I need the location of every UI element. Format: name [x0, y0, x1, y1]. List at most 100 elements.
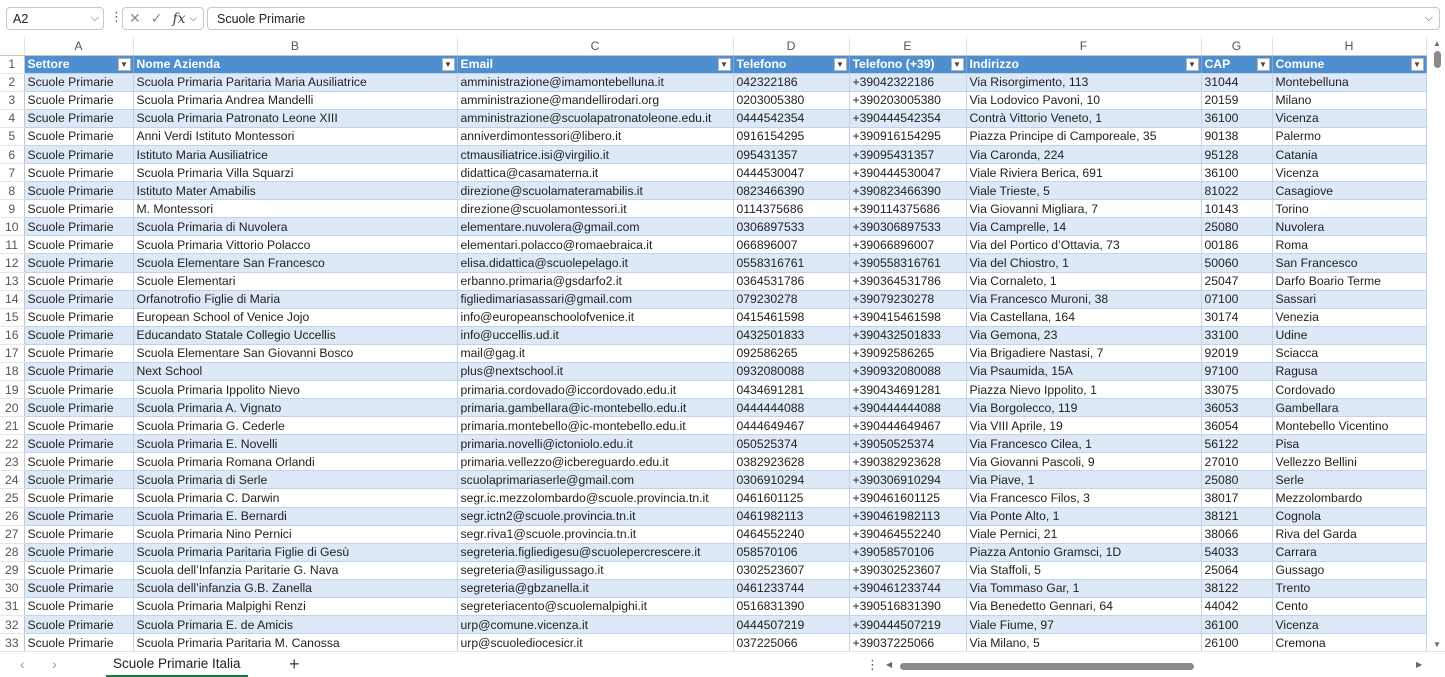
table-cell[interactable]: +390461601125 [849, 488, 967, 508]
table-cell[interactable]: 0444542354 [733, 109, 850, 128]
table-cell[interactable]: 25080 [1201, 470, 1273, 490]
table-cell[interactable]: Scuole Primarie [24, 181, 134, 201]
row-number[interactable]: 16 [0, 326, 25, 345]
table-cell[interactable]: Scuole Primarie [24, 127, 134, 146]
filter-dropdown-icon[interactable]: ▼ [1410, 57, 1424, 71]
table-cell[interactable]: +390382923628 [849, 452, 967, 472]
table-cell[interactable]: +39095431357 [849, 145, 967, 165]
table-cell[interactable]: Scuole Primarie [24, 199, 134, 219]
table-cell[interactable]: Sassari [1272, 290, 1427, 309]
table-cell[interactable]: Scuole Primarie [24, 579, 134, 598]
table-cell[interactable]: Scuole Primarie [24, 326, 134, 345]
table-cell[interactable]: amministrazione@mandellirodari.org [457, 91, 734, 110]
table-cell[interactable]: Piazza Antonio Gramsci, 1D [966, 543, 1202, 562]
expand-formula-icon[interactable]: ⌵ [1425, 12, 1433, 25]
name-box[interactable]: A2 ⌵ [6, 7, 104, 30]
table-cell[interactable]: Scuola Primaria C. Darwin [133, 488, 458, 508]
table-cell[interactable]: Carrara [1272, 543, 1427, 562]
row-number[interactable]: 18 [0, 362, 25, 381]
table-cell[interactable]: Contrà Vittorio Veneto, 1 [966, 109, 1202, 128]
table-cell[interactable]: amministrazione@scuolapatronatoleone.edu… [457, 109, 734, 128]
table-cell[interactable]: Scuole Primarie [24, 434, 134, 454]
column-header-cell[interactable]: Settore ▼ [24, 55, 134, 74]
table-cell[interactable]: Via Camprelle, 14 [966, 217, 1202, 237]
table-cell[interactable]: Via Risorgimento, 113 [966, 73, 1202, 92]
row-number[interactable]: 9 [0, 199, 25, 219]
table-cell[interactable]: Via Tommaso Gar, 1 [966, 579, 1202, 598]
table-cell[interactable]: segr.ic.mezzolombardo@scuole.provincia.t… [457, 488, 734, 508]
table-cell[interactable]: Milano [1272, 91, 1427, 110]
table-cell[interactable]: Via Brigadiere Nastasi, 7 [966, 344, 1202, 363]
table-cell[interactable]: Scuola Primaria di Nuvolera [133, 217, 458, 237]
table-cell[interactable]: 0302523607 [733, 561, 850, 580]
filter-dropdown-icon[interactable]: ▼ [441, 57, 455, 71]
table-cell[interactable]: direzione@scuolamateramabilis.it [457, 181, 734, 201]
column-letter-e[interactable]: E [849, 37, 967, 56]
table-cell[interactable]: Istituto Maria Ausiliatrice [133, 145, 458, 165]
table-cell[interactable]: Montebello Vicentino [1272, 416, 1427, 436]
row-number[interactable]: 27 [0, 525, 25, 544]
scroll-left-icon[interactable]: ◀ [886, 660, 892, 669]
table-cell[interactable]: Scuola Primaria di Serle [133, 470, 458, 490]
table-cell[interactable]: Cordovado [1272, 380, 1427, 400]
table-cell[interactable]: Torino [1272, 199, 1427, 219]
filter-dropdown-icon[interactable]: ▼ [1256, 57, 1270, 71]
table-cell[interactable]: +39042322186 [849, 73, 967, 92]
table-cell[interactable]: Scuole Primarie [24, 362, 134, 381]
table-cell[interactable]: Scuole Elementari [133, 272, 458, 291]
table-cell[interactable]: Scuole Primarie [24, 615, 134, 635]
table-cell[interactable]: Scuole Primarie [24, 163, 134, 183]
table-cell[interactable]: urp@comune.vicenza.it [457, 615, 734, 635]
table-cell[interactable]: Scuola Primaria Vittorio Polacco [133, 235, 458, 255]
table-cell[interactable]: Gussago [1272, 561, 1427, 580]
table-cell[interactable]: 0464552240 [733, 525, 850, 544]
table-cell[interactable]: San Francesco [1272, 253, 1427, 273]
table-cell[interactable]: Riva del Garda [1272, 525, 1427, 544]
table-cell[interactable]: info@europeanschoolofvenice.it [457, 308, 734, 327]
table-cell[interactable]: +390434691281 [849, 380, 967, 400]
more-options-icon[interactable]: ⋮ [866, 657, 879, 673]
table-cell[interactable]: 079230278 [733, 290, 850, 309]
table-cell[interactable]: 0461601125 [733, 488, 850, 508]
table-cell[interactable]: Scuole Primarie [24, 452, 134, 472]
table-cell[interactable]: +390461233744 [849, 579, 967, 598]
table-cell[interactable]: 54033 [1201, 543, 1273, 562]
table-cell[interactable]: 0558316761 [733, 253, 850, 273]
table-cell[interactable]: Via Borgolecco, 119 [966, 398, 1202, 418]
table-cell[interactable]: Cento [1272, 597, 1427, 617]
column-header-cell[interactable]: CAP ▼ [1201, 55, 1273, 74]
table-cell[interactable]: 10143 [1201, 199, 1273, 219]
column-header-cell[interactable]: Comune ▼ [1272, 55, 1427, 74]
table-cell[interactable]: Casagiove [1272, 181, 1427, 201]
table-cell[interactable]: 0306897533 [733, 217, 850, 237]
table-cell[interactable]: 25080 [1201, 217, 1273, 237]
table-cell[interactable]: 25047 [1201, 272, 1273, 291]
table-cell[interactable]: Udine [1272, 326, 1427, 345]
table-cell[interactable]: +390444444088 [849, 398, 967, 418]
table-cell[interactable]: Scuole Primarie [24, 91, 134, 110]
row-number[interactable]: 4 [0, 109, 25, 128]
table-cell[interactable]: Piazza Principe di Camporeale, 35 [966, 127, 1202, 146]
table-cell[interactable]: Scuole Primarie [24, 633, 134, 651]
table-cell[interactable]: 33075 [1201, 380, 1273, 400]
table-cell[interactable]: Scuola Elementare San Giovanni Bosco [133, 344, 458, 363]
table-cell[interactable]: Scuola dell’infanzia G.B. Zanella [133, 579, 458, 598]
table-cell[interactable]: Via del Portico d’Ottavia, 73 [966, 235, 1202, 255]
row-number[interactable]: 2 [0, 73, 25, 92]
table-cell[interactable]: 90138 [1201, 127, 1273, 146]
table-cell[interactable]: Via Lodovico Pavoni, 10 [966, 91, 1202, 110]
table-cell[interactable]: 0382923628 [733, 452, 850, 472]
table-cell[interactable]: Next School [133, 362, 458, 381]
table-cell[interactable]: Scuole Primarie [24, 525, 134, 544]
table-cell[interactable]: 38066 [1201, 525, 1273, 544]
table-cell[interactable]: Roma [1272, 235, 1427, 255]
table-cell[interactable]: Gambellara [1272, 398, 1427, 418]
column-letter-c[interactable]: C [457, 37, 734, 56]
table-cell[interactable]: +390415461598 [849, 308, 967, 327]
table-cell[interactable]: Scuola dell’Infanzia Paritarie G. Nava [133, 561, 458, 580]
table-cell[interactable]: 20159 [1201, 91, 1273, 110]
table-cell[interactable]: +39092586265 [849, 344, 967, 363]
row-number[interactable]: 20 [0, 398, 25, 418]
table-cell[interactable]: 0516831390 [733, 597, 850, 617]
table-cell[interactable]: urp@scuolediocesicr.it [457, 633, 734, 651]
